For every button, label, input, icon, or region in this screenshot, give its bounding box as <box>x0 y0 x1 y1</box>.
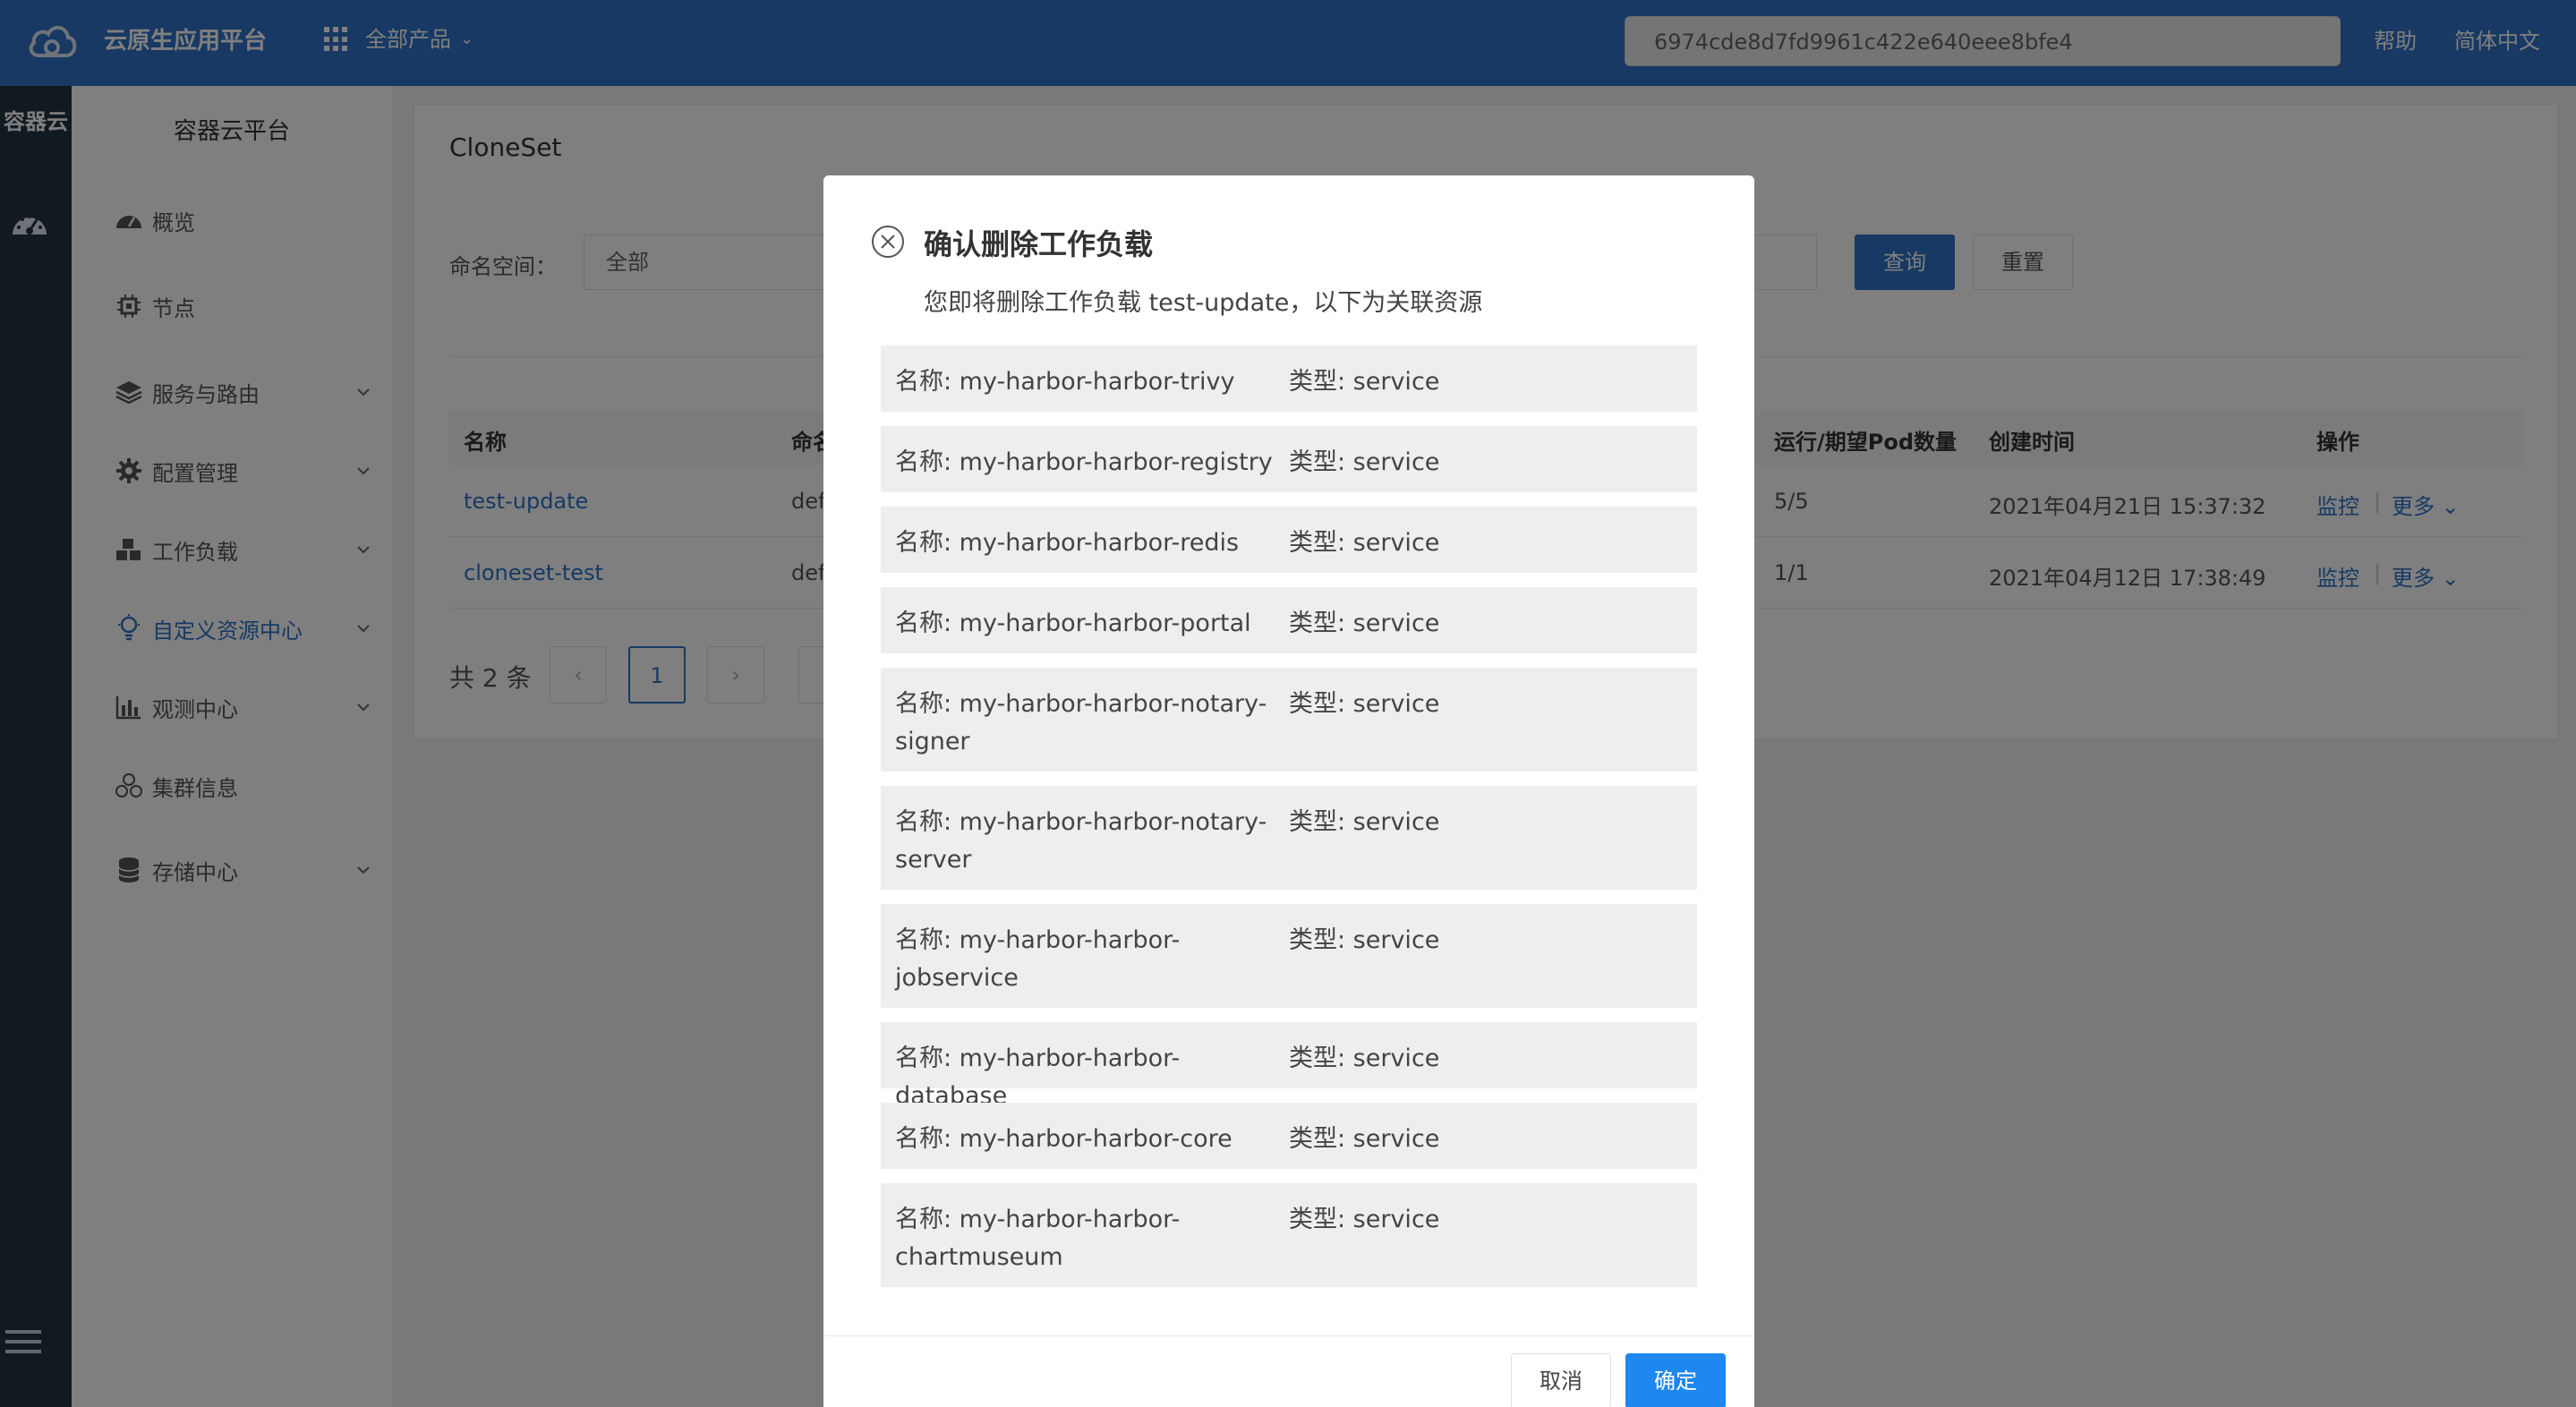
related-resource-item: 名称: my-harbor-harbor-notary-server 类型: s… <box>881 786 1697 890</box>
resource-name: 名称: my-harbor-harbor-notary-signer <box>895 690 1267 755</box>
resource-name: 名称: my-harbor-harbor-notary-server <box>895 808 1267 874</box>
resource-type: 类型: service <box>1289 1125 1440 1153</box>
resource-type: 类型: service <box>1289 448 1440 476</box>
close-circle-icon[interactable] <box>870 224 906 260</box>
dialog-description: 您即将删除工作负载 test-update，以下为关联资源 <box>924 289 1483 317</box>
dialog-title: 确认删除工作负载 <box>924 227 1154 261</box>
related-resource-item: 名称: my-harbor-harbor-redis 类型: service <box>881 507 1697 573</box>
cancel-button[interactable]: 取消 <box>1511 1353 1611 1407</box>
dialog-footer-divider <box>823 1335 1754 1336</box>
resource-type: 类型: service <box>1289 690 1440 718</box>
related-resource-item: 名称: my-harbor-harbor-jobservice 类型: serv… <box>881 904 1697 1008</box>
related-resource-item: 名称: my-harbor-harbor-database 类型: servic… <box>881 1022 1697 1110</box>
resource-name: 名称: my-harbor-harbor-core <box>895 1125 1233 1153</box>
related-resource-item: 名称: my-harbor-harbor-chartmuseum 类型: ser… <box>881 1183 1697 1287</box>
resource-type: 类型: service <box>1289 368 1440 396</box>
resource-type: 类型: service <box>1289 1206 1440 1233</box>
confirm-button[interactable]: 确定 <box>1625 1353 1726 1407</box>
resource-type: 类型: service <box>1289 1045 1440 1072</box>
related-resource-item: 名称: my-harbor-harbor-trivy 类型: service <box>881 345 1697 412</box>
resource-name: 名称: my-harbor-harbor-jobservice <box>895 926 1181 992</box>
resource-type: 类型: service <box>1289 808 1440 836</box>
resource-name: 名称: my-harbor-harbor-registry <box>895 448 1273 476</box>
related-resource-item: 名称: my-harbor-harbor-core 类型: service <box>881 1103 1697 1169</box>
resource-name: 名称: my-harbor-harbor-portal <box>895 610 1251 637</box>
related-resource-item: 名称: my-harbor-harbor-registry 类型: servic… <box>881 426 1697 492</box>
resource-name: 名称: my-harbor-harbor-redis <box>895 529 1240 557</box>
resource-type: 类型: service <box>1289 926 1440 954</box>
resource-type: 类型: service <box>1289 529 1440 557</box>
resource-name: 名称: my-harbor-harbor-trivy <box>895 368 1235 396</box>
confirm-delete-dialog: 确认删除工作负载 您即将删除工作负载 test-update，以下为关联资源 名… <box>823 175 1754 1407</box>
resource-type: 类型: service <box>1289 610 1440 637</box>
related-resource-item: 名称: my-harbor-harbor-notary-signer 类型: s… <box>881 668 1697 772</box>
related-resource-item: 名称: my-harbor-harbor-portal 类型: service <box>881 587 1697 653</box>
resource-name: 名称: my-harbor-harbor-chartmuseum <box>895 1206 1181 1271</box>
